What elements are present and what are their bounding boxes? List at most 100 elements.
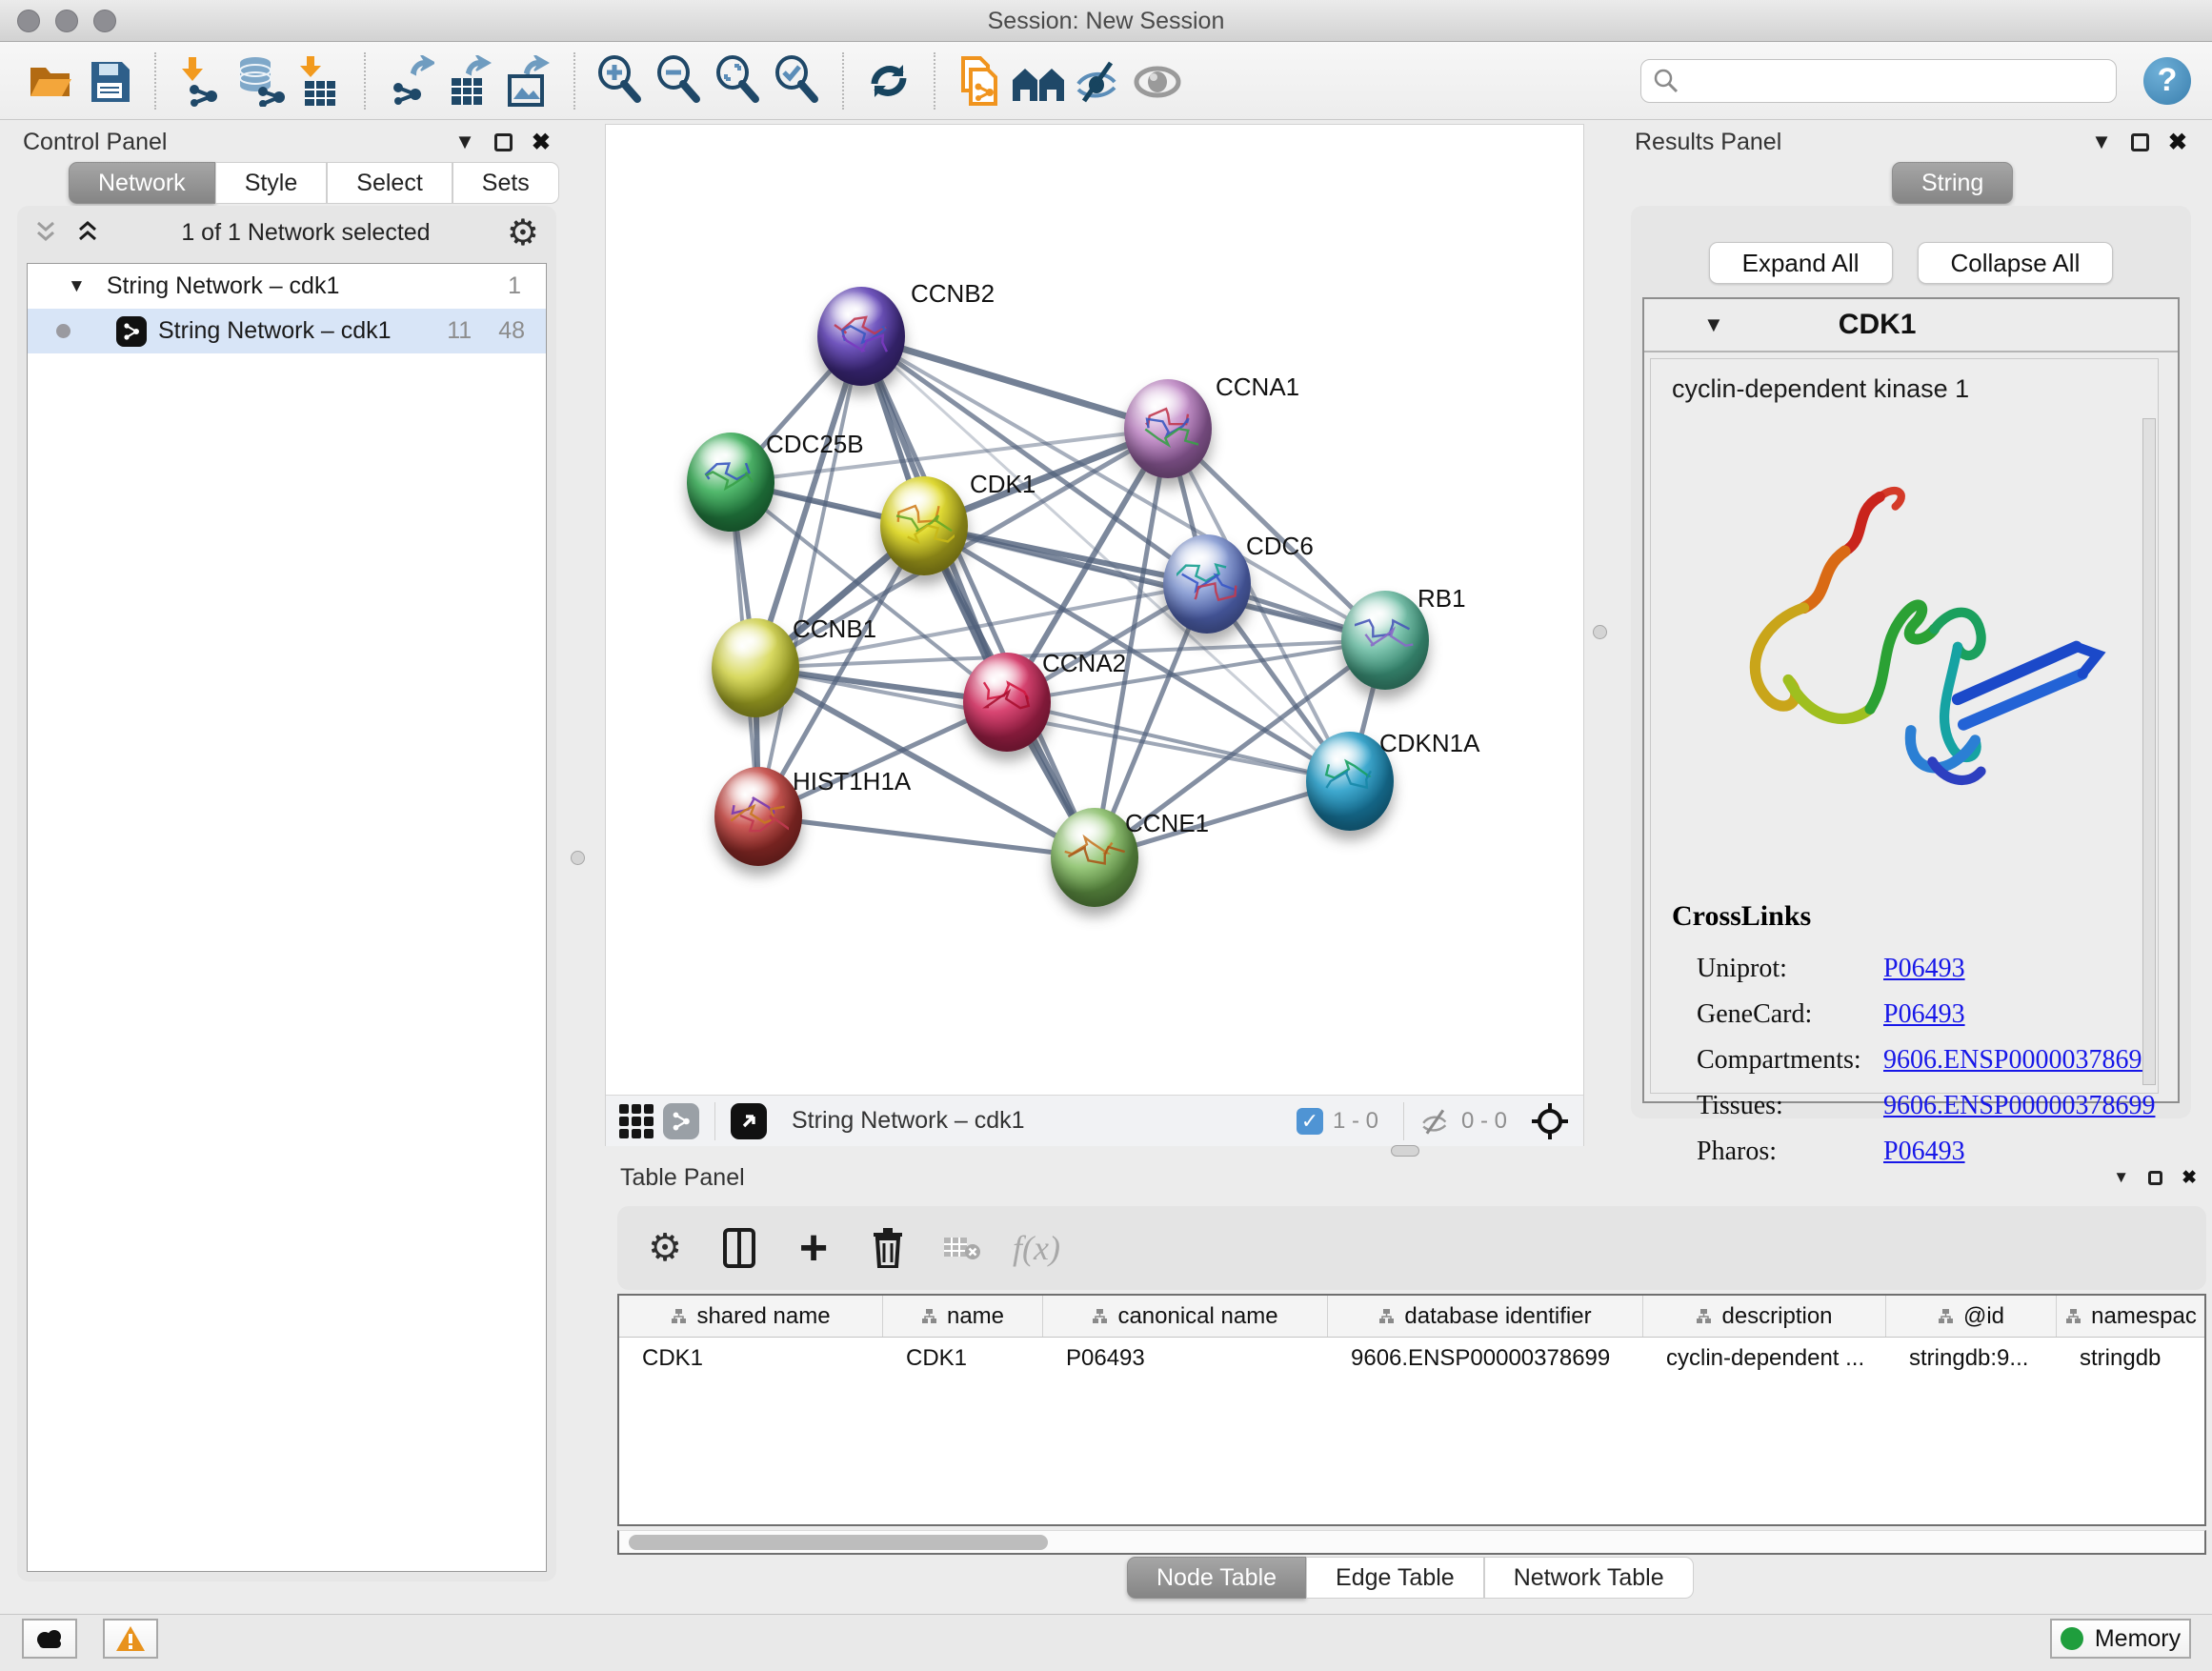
selected-checkbox-icon[interactable]: ✓ [1297,1108,1323,1135]
help-button[interactable]: ? [2143,57,2191,105]
tab-network[interactable]: Network [69,162,215,204]
node-HIST1H1A[interactable] [714,767,802,866]
node-CCNB2[interactable] [817,287,905,386]
node-CCNB1[interactable] [712,618,799,717]
import-database-icon[interactable] [231,50,290,111]
save-session-icon[interactable] [80,50,139,111]
panel-menu-icon[interactable]: ▼ [2091,130,2112,154]
clone-network-icon[interactable] [951,50,1010,111]
column-header-canonical-name[interactable]: canonical name [1043,1296,1328,1337]
column-header-namespac[interactable]: namespac [2057,1296,2206,1337]
node-CDC25B[interactable] [687,433,774,532]
search-input[interactable] [1679,68,2104,94]
network-graph[interactable]: CCNB2CCNA1CDC25BCDK1CDC6RB1CCNB1CCNA2CDK… [606,125,1585,1095]
tab-string[interactable]: String [1892,162,2013,204]
delete-table-icon[interactable] [941,1225,983,1271]
zoom-out-icon[interactable] [650,50,709,111]
splitter-handle[interactable] [1391,1145,1419,1157]
edge-HIST1H1A-CCNE1[interactable] [758,816,1095,857]
crosslink-link[interactable]: P06493 [1883,999,1965,1029]
results-scrollbar[interactable] [2142,418,2156,1085]
first-neighbors-icon[interactable] [1010,50,1069,111]
column-header-database-identifier[interactable]: database identifier [1328,1296,1643,1337]
hidden-eye-icon[interactable] [1419,1108,1452,1135]
table-cell[interactable]: cyclin-dependent ... [1643,1338,1886,1379]
gear-icon[interactable]: ⚙ [507,211,539,254]
memory-button[interactable]: Memory [2050,1619,2191,1659]
string-view-icon[interactable] [663,1103,699,1139]
cloud-status-button[interactable] [22,1619,77,1659]
birdseye-view-icon[interactable] [731,1103,767,1139]
tab-edge-table[interactable]: Edge Table [1306,1557,1484,1599]
crosshair-icon[interactable] [1530,1101,1570,1141]
panel-menu-icon[interactable]: ▼ [2113,1168,2129,1187]
close-panel-icon[interactable]: ✖ [2168,129,2187,156]
create-column-plus-icon[interactable]: + [793,1225,835,1271]
collapse-triangle-icon[interactable]: ▼ [68,276,86,297]
crosslink-link[interactable]: 9606.ENSP00000378699 [1883,1045,2155,1075]
zoom-fit-icon[interactable] [709,50,768,111]
expand-all-icon[interactable] [76,220,105,245]
node-CCNA2[interactable] [963,653,1051,752]
splitter-handle[interactable] [1593,625,1607,639]
float-panel-icon[interactable] [2131,133,2149,151]
collapse-all-button[interactable]: Collapse All [1918,242,2114,284]
hide-selected-icon[interactable] [1069,50,1128,111]
zoom-selected-icon[interactable] [768,50,827,111]
tab-sets[interactable]: Sets [452,162,559,204]
panel-menu-icon[interactable]: ▼ [454,130,475,154]
table-cell[interactable]: stringdb [2057,1338,2206,1379]
show-all-icon[interactable] [1128,50,1187,111]
import-network-icon[interactable] [171,50,231,111]
table-cell[interactable]: 9606.ENSP00000378699 [1328,1338,1643,1379]
table-cell[interactable]: P06493 [1043,1338,1328,1379]
close-panel-icon[interactable]: ✖ [2182,1167,2197,1189]
grid-mode-icon[interactable] [619,1104,654,1138]
open-session-icon[interactable] [21,50,80,111]
node-CDK1[interactable] [880,476,968,575]
tab-style[interactable]: Style [215,162,328,204]
edge-CCNB2-HIST1H1A[interactable] [758,336,861,816]
edge-CCNB2-CCNA1[interactable] [861,336,1168,429]
column-header-name[interactable]: name [883,1296,1043,1337]
refresh-layout-icon[interactable] [859,50,918,111]
crosslink-link[interactable]: 9606.ENSP00000378699 [1883,1091,2155,1120]
close-panel-icon[interactable]: ✖ [532,129,551,156]
splitter-handle[interactable] [571,851,585,865]
network-row[interactable]: String Network – cdk1 11 48 [28,309,546,353]
network-collection-row[interactable]: ▼ String Network – cdk1 1 [28,264,546,309]
tab-select[interactable]: Select [327,162,452,204]
float-panel-icon[interactable] [2148,1171,2162,1185]
expand-all-button[interactable]: Expand All [1709,242,1893,284]
tab-node-table[interactable]: Node Table [1127,1557,1306,1599]
table-settings-gear-icon[interactable]: ⚙ [644,1225,686,1271]
table-row[interactable]: CDK1CDK1P064939606.ENSP00000378699cyclin… [619,1338,2204,1379]
crosslink-link[interactable]: P06493 [1883,954,1965,983]
node-RB1[interactable] [1341,591,1429,690]
show-columns-icon[interactable] [718,1225,760,1271]
column-header-description[interactable]: description [1643,1296,1886,1337]
collapse-all-icon[interactable] [34,220,63,245]
warnings-button[interactable] [103,1619,158,1659]
tab-network-table[interactable]: Network Table [1484,1557,1694,1599]
zoom-in-icon[interactable] [591,50,650,111]
column-header-shared-name[interactable]: shared name [619,1296,883,1337]
export-network-icon[interactable] [381,50,440,111]
delete-column-trash-icon[interactable] [867,1225,909,1271]
search-box[interactable] [1640,59,2117,103]
table-cell[interactable]: stringdb:9... [1886,1338,2057,1379]
table-cell[interactable]: CDK1 [883,1338,1043,1379]
collapse-triangle-icon[interactable]: ▼ [1703,312,1724,337]
column-header--id[interactable]: @id [1886,1296,2057,1337]
node-CCNA1[interactable] [1124,379,1212,478]
gene-section-header[interactable]: ▼ CDK1 [1644,299,2178,352]
function-builder-icon[interactable]: f(x) [1016,1225,1057,1271]
export-table-icon[interactable] [440,50,499,111]
import-table-icon[interactable] [290,50,349,111]
table-horizontal-scrollbar[interactable] [617,1530,2206,1555]
scrollbar-thumb[interactable] [629,1535,1048,1550]
export-image-icon[interactable] [499,50,558,111]
table-cell[interactable]: CDK1 [619,1338,883,1379]
node-CDC6[interactable] [1163,534,1251,634]
float-panel-icon[interactable] [494,133,513,151]
